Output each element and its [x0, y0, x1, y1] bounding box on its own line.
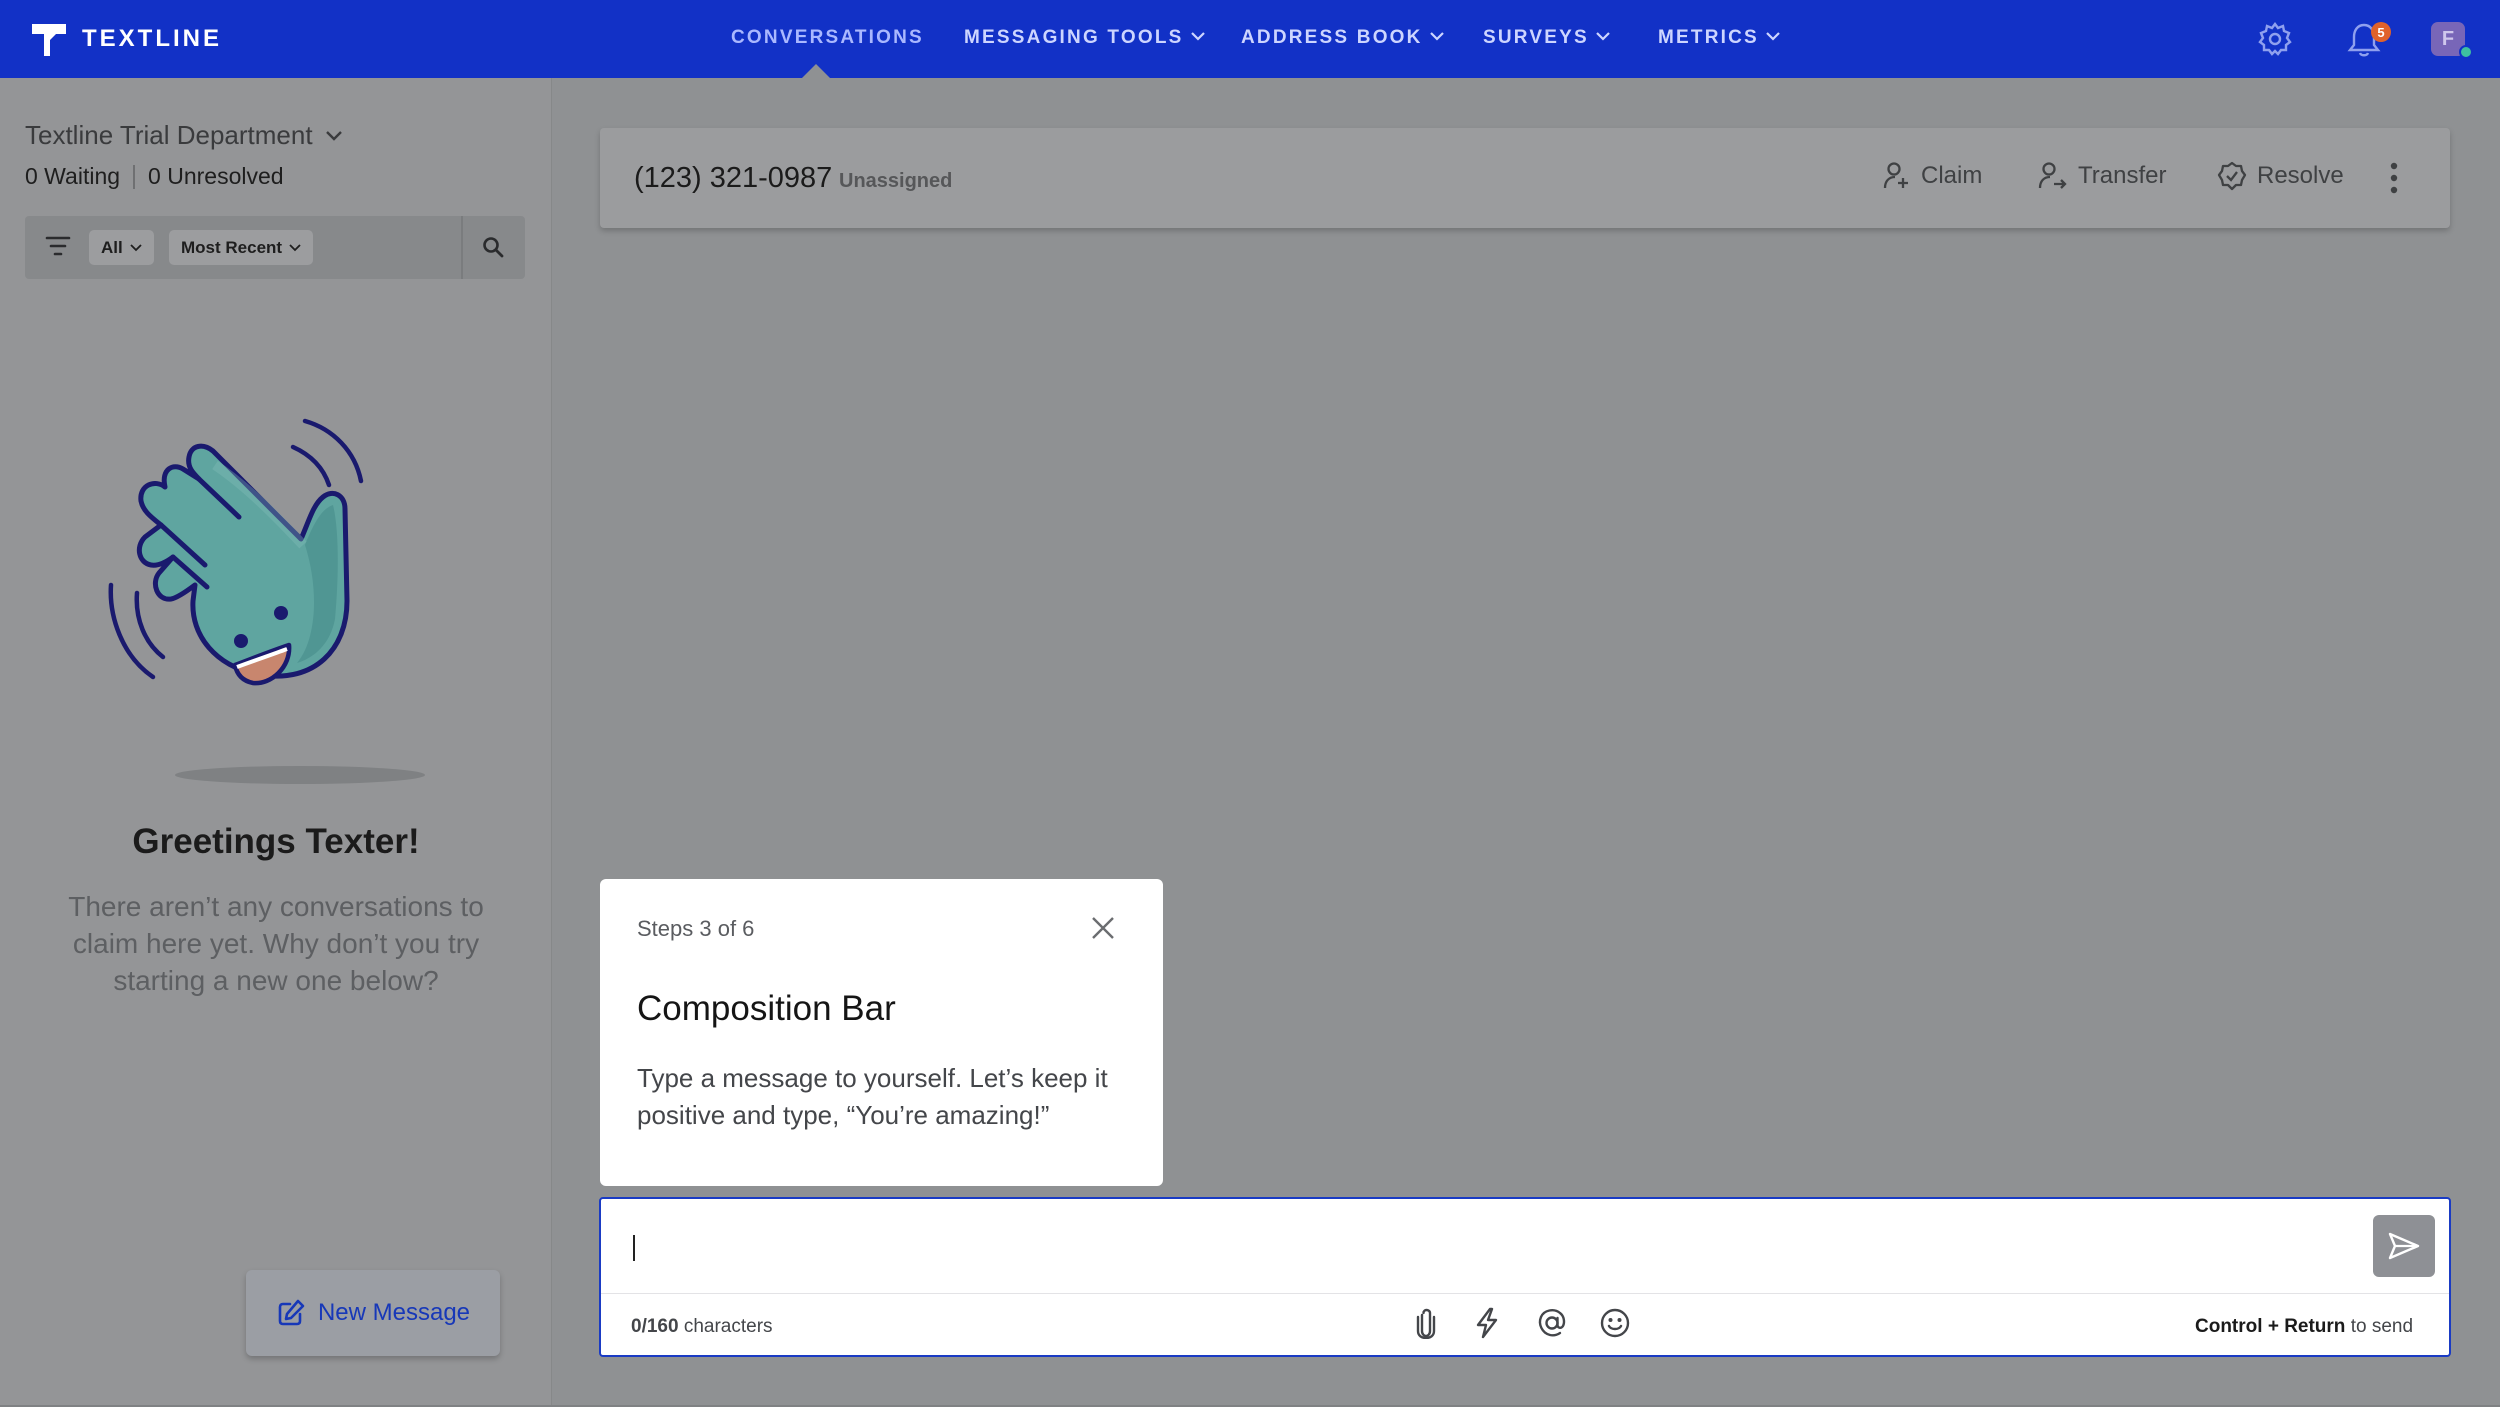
new-message-button[interactable]: New Message: [246, 1270, 500, 1356]
gear-icon[interactable]: [2257, 21, 2293, 57]
sort-dropdown[interactable]: Most Recent: [169, 230, 314, 265]
nav-address-book-label: ADDRESS BOOK: [1241, 27, 1423, 48]
assignment-status: Unassigned: [839, 170, 953, 192]
text-cursor: [633, 1235, 635, 1261]
character-count-suffix: characters: [683, 1316, 773, 1337]
chevron-down-icon: [289, 243, 301, 251]
filter-all-label: All: [101, 237, 123, 257]
more-vertical-icon[interactable]: [2388, 162, 2400, 194]
unresolved-count: 0 Unresolved: [148, 163, 284, 189]
person-add-icon: [1883, 162, 1908, 189]
divider: [601, 1293, 2449, 1294]
chevron-down-icon: [130, 243, 142, 251]
nav-conversations-label: CONVERSATIONS: [731, 27, 924, 48]
brand-name: TEXTLINE: [82, 25, 223, 52]
chevron-down-icon: [1190, 32, 1205, 41]
top-navigation: TEXTLINE CONVERSATIONS MESSAGING TOOLS A…: [0, 0, 2500, 78]
composition-bar: 0/160 characters Control + Return to sen…: [599, 1197, 2451, 1357]
send-icon: [2388, 1232, 2420, 1260]
nav-messaging-tools-label: MESSAGING TOOLS: [964, 27, 1184, 48]
nav-surveys-label: SURVEYS: [1483, 27, 1589, 48]
nav-surveys[interactable]: SURVEYS: [1483, 27, 1611, 49]
active-nav-indicator: [802, 64, 830, 78]
message-input[interactable]: [629, 1225, 2329, 1265]
filter-all-dropdown[interactable]: All: [89, 230, 154, 265]
paperclip-icon[interactable]: [1413, 1307, 1439, 1339]
conversation-counts: 0 Waiting 0 Unresolved: [25, 163, 284, 190]
textline-logo-icon: [32, 24, 66, 56]
department-name: Textline Trial Department: [25, 120, 313, 150]
close-icon[interactable]: [1090, 915, 1116, 941]
filter-icon[interactable]: [45, 234, 71, 258]
nav-metrics-label: METRICS: [1658, 27, 1759, 48]
transfer-button[interactable]: Transfer: [2038, 161, 2166, 191]
send-shortcut-hint: Control + Return to send: [2195, 1316, 2413, 1338]
waving-hand-illustration: [108, 418, 425, 784]
resolve-button[interactable]: Resolve: [2217, 161, 2344, 191]
lightning-icon[interactable]: [1473, 1307, 1501, 1339]
nav-metrics[interactable]: METRICS: [1658, 27, 1781, 49]
character-count-value: 0/160: [631, 1316, 679, 1337]
chevron-down-icon: [325, 130, 342, 141]
online-status-dot: [2459, 45, 2473, 59]
nav-conversations[interactable]: CONVERSATIONS: [731, 27, 924, 49]
department-selector[interactable]: Textline Trial Department: [25, 120, 343, 151]
nav-messaging-tools[interactable]: MESSAGING TOOLS: [964, 27, 1206, 49]
tooltip-step-counter: Steps 3 of 6: [637, 916, 755, 941]
chevron-down-icon: [1596, 32, 1610, 41]
divider: [133, 164, 136, 189]
claim-label: Claim: [1921, 162, 1983, 189]
nav-address-book[interactable]: ADDRESS BOOK: [1241, 27, 1445, 49]
waiting-count: 0 Waiting: [25, 163, 121, 189]
tooltip-title: Composition Bar: [637, 989, 896, 1028]
search-icon[interactable]: [482, 236, 504, 258]
onboarding-tooltip: Steps 3 of 6 Composition Bar Type a mess…: [600, 879, 1163, 1186]
notification-badge: 5: [2371, 22, 2391, 42]
brand[interactable]: TEXTLINE: [30, 20, 222, 58]
at-icon[interactable]: [1536, 1307, 1568, 1339]
emoji-icon[interactable]: [1599, 1307, 1631, 1339]
contact-phone: (123) 321-0987: [634, 162, 833, 194]
divider: [461, 216, 463, 279]
conversation-header: (123) 321-0987 Unassigned Claim Transfer…: [600, 128, 2450, 228]
send-shortcut-keys: Control + Return: [2195, 1316, 2346, 1337]
send-shortcut-suffix: to send: [2350, 1316, 2414, 1337]
sort-label: Most Recent: [181, 237, 283, 257]
chevron-down-icon: [1766, 32, 1780, 41]
send-button[interactable]: [2373, 1215, 2435, 1277]
new-message-label: New Message: [317, 1299, 471, 1326]
tooltip-body: Type a message to yourself. Let’s keep i…: [637, 1063, 1108, 1130]
chevron-down-icon: [1429, 32, 1444, 41]
resolve-label: Resolve: [2257, 162, 2344, 189]
character-counter: 0/160 characters: [631, 1316, 773, 1338]
transfer-label: Transfer: [2078, 162, 2167, 189]
claim-button[interactable]: Claim: [1883, 161, 1982, 191]
compose-icon: [278, 1299, 305, 1326]
empty-state-message: There aren’t any conversations to claim …: [68, 891, 484, 996]
filter-bar: All Most Recent: [25, 216, 525, 279]
greeting-heading: Greetings Texter!: [132, 822, 420, 861]
check-badge-icon: [2217, 161, 2247, 191]
transfer-icon: [2038, 162, 2067, 189]
